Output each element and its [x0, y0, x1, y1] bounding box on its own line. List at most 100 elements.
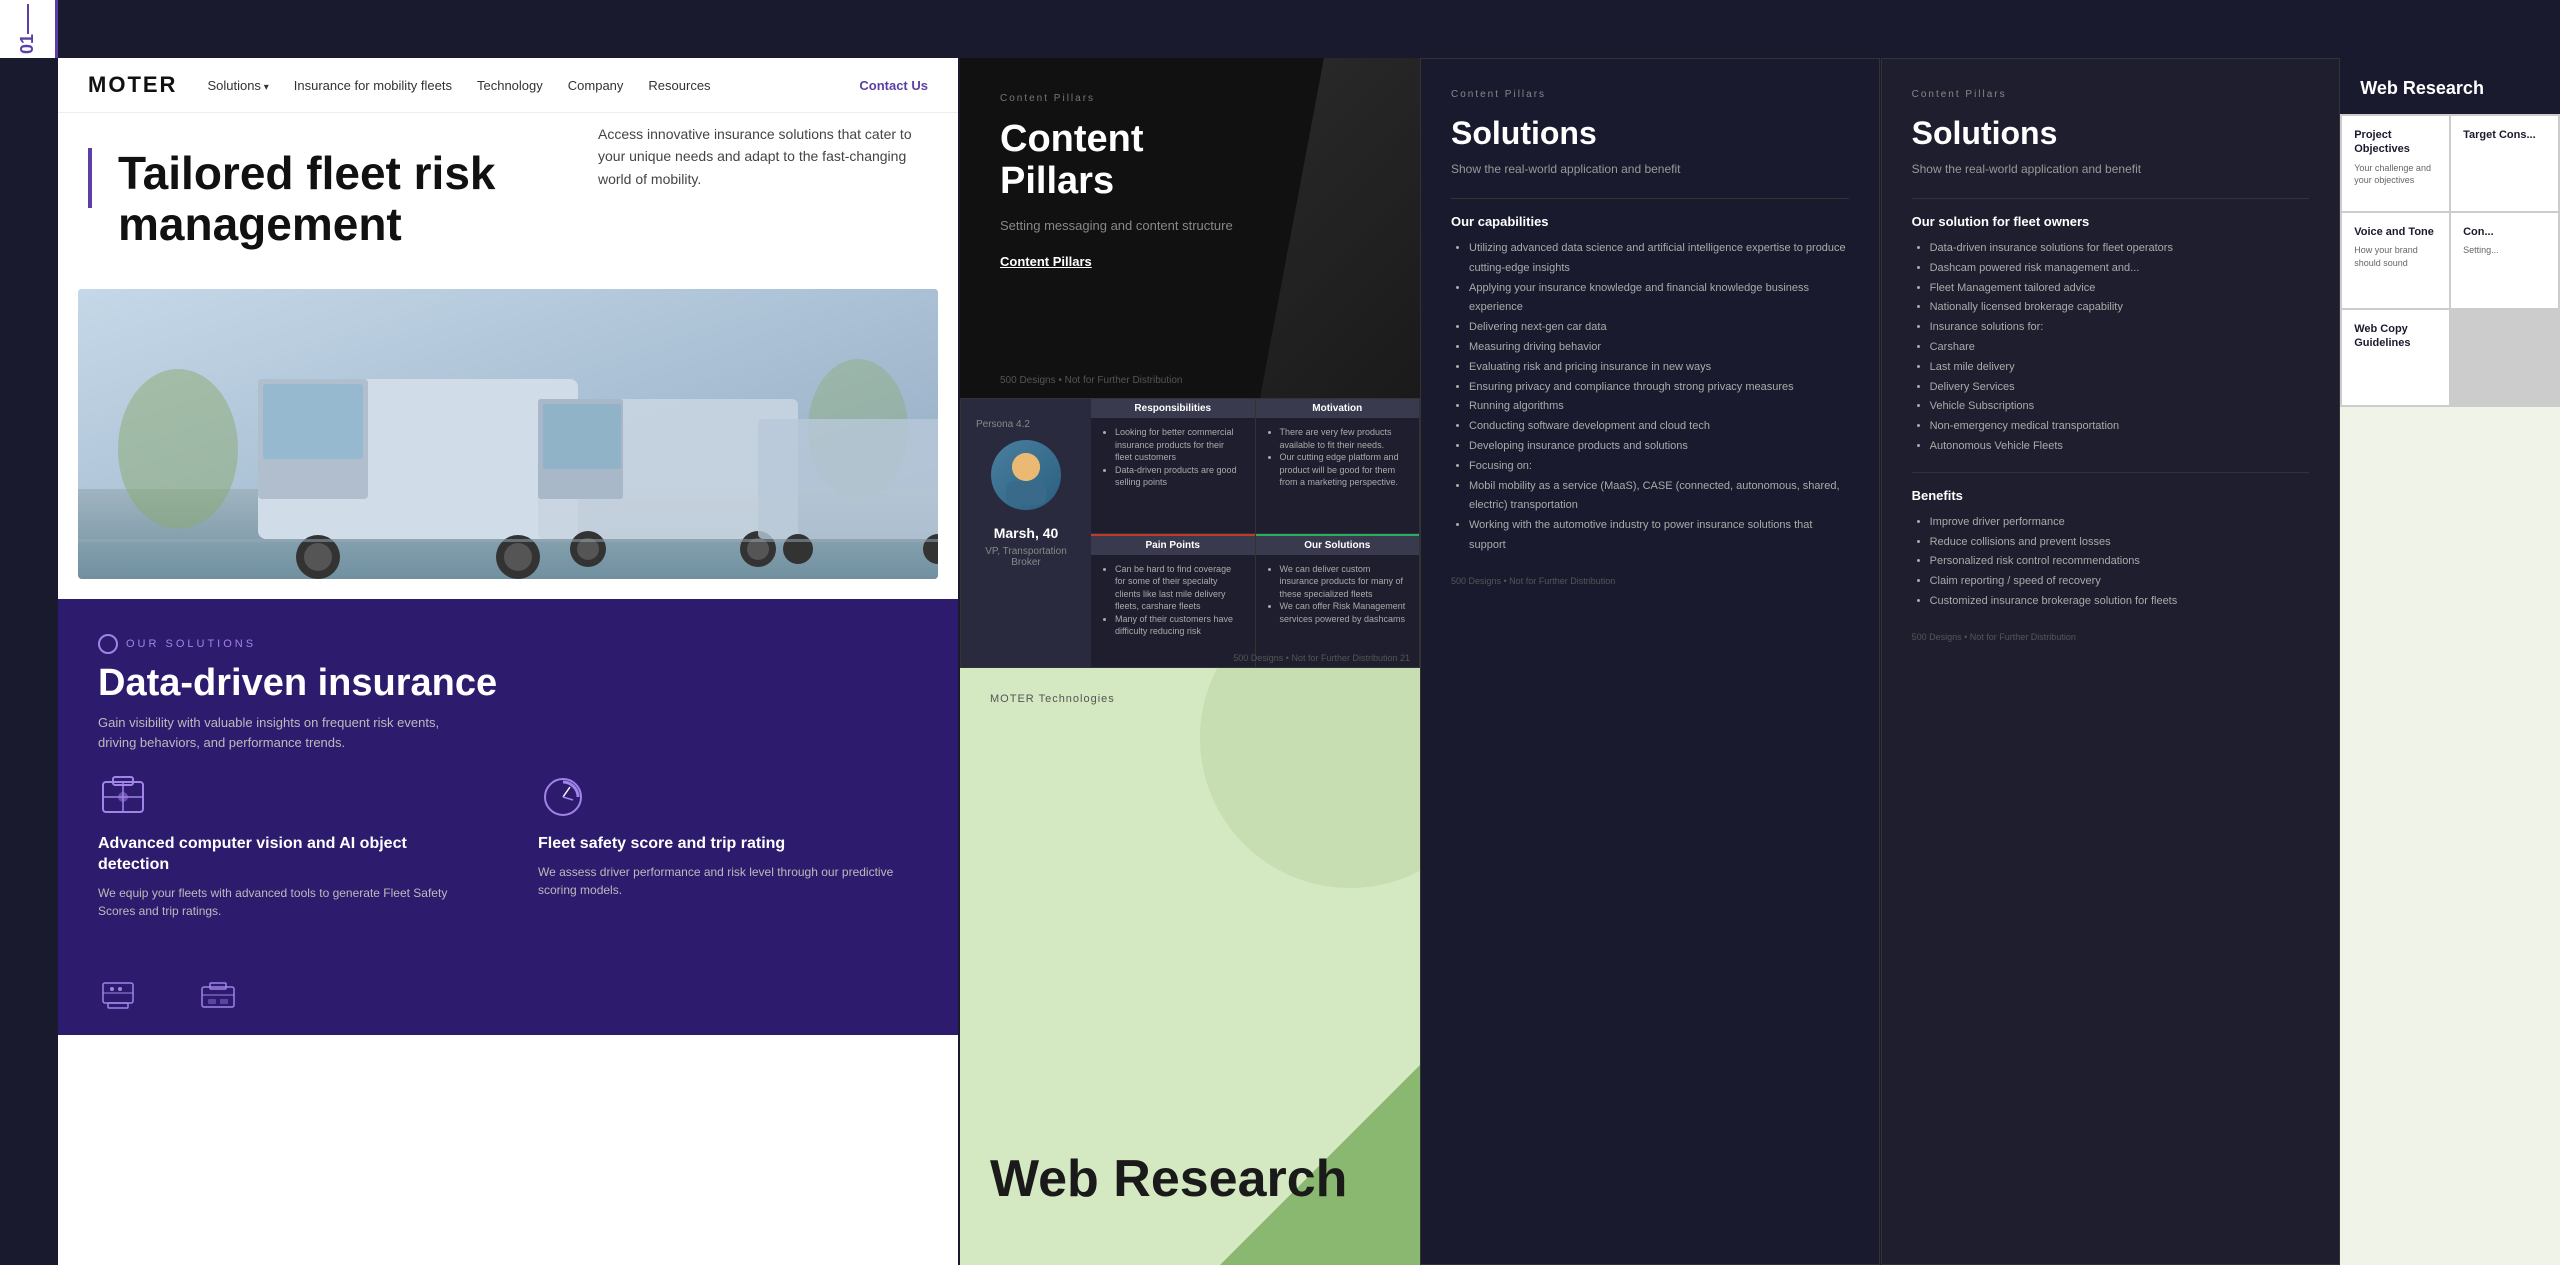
- sp2-fs-1: Data-driven insurance solutions for flee…: [1930, 239, 2310, 259]
- sp2-title: Solutions: [1912, 115, 2310, 152]
- slide-num-label: 01: [17, 34, 38, 54]
- sp2-b-1: Improve driver performance: [1930, 513, 2310, 533]
- cp-link[interactable]: Content Pillars: [1000, 254, 1092, 269]
- sp2-section-title: Our solution for fleet owners: [1912, 214, 2310, 229]
- wrc-card-con-sub: Setting...: [2463, 244, 2546, 257]
- solutions-title: Data-driven insurance: [98, 662, 918, 705]
- nav-link-insurance[interactable]: Insurance for mobility fleets: [294, 78, 452, 93]
- sp2-divider: [1912, 198, 2310, 199]
- solution-card-2-title: Fleet safety score and trip rating: [538, 834, 918, 855]
- sp1-subtitle: Show the real-world application and bene…: [1451, 160, 1849, 178]
- cp-footer: 500 Designs • Not for Further Distributi…: [1000, 375, 1182, 386]
- solution-card-2-icon: [538, 772, 588, 822]
- persona-responsibilities-content: Looking for better commercial insurance …: [1103, 426, 1243, 489]
- solution-card-1: Advanced computer vision and AI object d…: [98, 772, 478, 920]
- persona-right-panel: Responsibilities Looking for better comm…: [1091, 399, 1419, 667]
- wrc-card-web-copy[interactable]: Web Copy Guidelines: [2342, 310, 2449, 405]
- bottom-icons-row: [58, 955, 958, 1035]
- hero-description: Access innovative insurance solutions th…: [598, 123, 918, 190]
- nav-bar: MOTER Solutions Insurance for mobility f…: [58, 58, 958, 113]
- sp2-b-4: Claim reporting / speed of recovery: [1930, 572, 2310, 592]
- wrc-card-wc-title: Web Copy Guidelines: [2354, 322, 2437, 351]
- sp2-fs-9: Vehicle Subscriptions: [1930, 397, 2310, 417]
- bottom-icon-2-svg: [198, 975, 238, 1015]
- wr-moter-label: MOTER Technologies: [990, 693, 1115, 705]
- sp1-capabilities-list: Utilizing advanced data science and arti…: [1451, 239, 1849, 556]
- nav-link-technology[interactable]: Technology: [477, 78, 543, 93]
- right-solutions-panel-1: Content Pillars Solutions Show the real-…: [1420, 58, 1880, 1265]
- sp2-fs-4: Nationally licensed brokerage capability: [1930, 298, 2310, 318]
- persona-left-panel: Persona 4.2 Marsh, 40 VP, Transportation…: [961, 399, 1091, 667]
- persona-name: Marsh, 40: [994, 525, 1059, 541]
- content-pillars-slide: Content Pillars ContentPillars Setting m…: [960, 58, 1420, 398]
- sp1-cap-10: Focusing on:: [1469, 457, 1849, 477]
- bottom-icon-1-svg: [98, 975, 138, 1015]
- cp-label: Content Pillars: [1000, 93, 1233, 104]
- fleet-image-svg: [78, 289, 938, 579]
- wrc-card-po-title: Project Objectives: [2354, 128, 2437, 157]
- bottom-icon-1: [98, 975, 138, 1015]
- solution-card-2: Fleet safety score and trip rating We as…: [538, 772, 918, 920]
- right-panels-container: Content Pillars Solutions Show the real-…: [1420, 58, 2560, 1265]
- sp2-fs-3: Fleet Management tailored advice: [1930, 279, 2310, 299]
- persona-motivation-title: Motivation: [1256, 399, 1420, 418]
- persona-cell-motivation: Motivation There are very few products a…: [1256, 399, 1420, 533]
- persona-cell-solutions: Our Solutions We can deliver custom insu…: [1256, 534, 1420, 668]
- persona-solutions-content: We can deliver custom insurance products…: [1268, 563, 1408, 626]
- sp2-b-3: Personalized risk control recommendation…: [1930, 552, 2310, 572]
- web-research-cards-panel: Web Research Project Objectives Your cha…: [2340, 58, 2560, 1265]
- wrc-card-target[interactable]: Target Cons...: [2451, 116, 2558, 211]
- wrc-card-con-title: Con...: [2463, 225, 2546, 239]
- website-preview: MOTER Solutions Insurance for mobility f…: [58, 58, 958, 1265]
- persona-badge: Persona 4.2: [976, 419, 1030, 430]
- persona-footer: 500 Designs • Not for Further Distributi…: [1233, 653, 1410, 663]
- sp1-cap-5: Evaluating risk and pricing insurance in…: [1469, 358, 1849, 378]
- sp2-b-2: Reduce collisions and prevent losses: [1930, 533, 2310, 553]
- sp1-title: Solutions: [1451, 115, 1849, 152]
- sp1-cap-7: Running algorithms: [1469, 397, 1849, 417]
- wrc-card-project-objectives[interactable]: Project Objectives Your challenge and yo…: [2342, 116, 2449, 211]
- persona-solutions-title: Our Solutions: [1256, 536, 1420, 555]
- sp2-fleet-list: Data-driven insurance solutions for flee…: [1912, 239, 2310, 457]
- solution-card-2-desc: We assess driver performance and risk le…: [538, 863, 918, 899]
- nav-link-solutions[interactable]: Solutions: [207, 78, 268, 93]
- nav-link-company[interactable]: Company: [568, 78, 624, 93]
- wr-bg-shape: [1200, 668, 1420, 888]
- persona-pain-content: Can be hard to find coverage for some of…: [1103, 563, 1243, 639]
- sp2-b-5: Customized insurance brokerage solution …: [1930, 592, 2310, 612]
- sp2-fs-7: Last mile delivery: [1930, 358, 2310, 378]
- nav-link-resources[interactable]: Resources: [648, 78, 710, 93]
- sp1-divider: [1451, 198, 1849, 199]
- nav-logo: MOTER: [88, 72, 177, 98]
- hero-image: [78, 289, 938, 579]
- sp1-cap-2: Applying your insurance knowledge and fi…: [1469, 279, 1849, 319]
- solution-card-1-icon: [98, 772, 148, 822]
- wrc-card-voice-tone[interactable]: Voice and Tone How your brand should sou…: [2342, 213, 2449, 308]
- sp1-cap-3: Delivering next-gen car data: [1469, 318, 1849, 338]
- sp2-fs-11: Autonomous Vehicle Fleets: [1930, 437, 2310, 457]
- persona-role: VP, Transportation Broker: [976, 546, 1076, 568]
- sp2-fs-8: Delivery Services: [1930, 378, 2310, 398]
- persona-pain-title: Pain Points: [1091, 536, 1255, 555]
- persona-slide: Persona 4.2 Marsh, 40 VP, Transportation…: [960, 398, 1420, 668]
- sp1-cap-8: Conducting software development and clou…: [1469, 417, 1849, 437]
- right-solutions-panel-2: Content Pillars Solutions Show the real-…: [1881, 58, 2341, 1265]
- slide-number: 01: [0, 0, 58, 58]
- sp1-cap-12: Working with the automotive industry to …: [1469, 516, 1849, 556]
- wrc-card-con[interactable]: Con... Setting...: [2451, 213, 2558, 308]
- sp2-footer: 500 Designs • Not for Further Distributi…: [1912, 632, 2310, 642]
- sp1-cap-9: Developing insurance products and soluti…: [1469, 437, 1849, 457]
- web-research-slide: MOTER Technologies Web Research: [960, 668, 1420, 1265]
- nav-contact-button[interactable]: Contact Us: [859, 78, 928, 93]
- sp1-cap-11: Mobil mobility as a service (MaaS), CASE…: [1469, 477, 1849, 517]
- sp1-cap-1: Utilizing advanced data science and arti…: [1469, 239, 1849, 279]
- cp-title: ContentPillars: [1000, 119, 1233, 203]
- sp1-cap-4: Measuring driving behavior: [1469, 338, 1849, 358]
- sp2-benefits-list: Improve driver performance Reduce collis…: [1912, 513, 2310, 612]
- persona-cell-responsibilities: Responsibilities Looking for better comm…: [1091, 399, 1255, 533]
- persona-section: Persona 4.2 Marsh, 40 VP, Transportation…: [960, 398, 1420, 668]
- wrc-card-target-title: Target Cons...: [2463, 128, 2546, 142]
- cp-content: Content Pillars ContentPillars Setting m…: [960, 58, 1273, 306]
- cp-diagonal-bg: [1260, 58, 1420, 398]
- solutions-label: OUR SOLUTIONS: [98, 634, 918, 654]
